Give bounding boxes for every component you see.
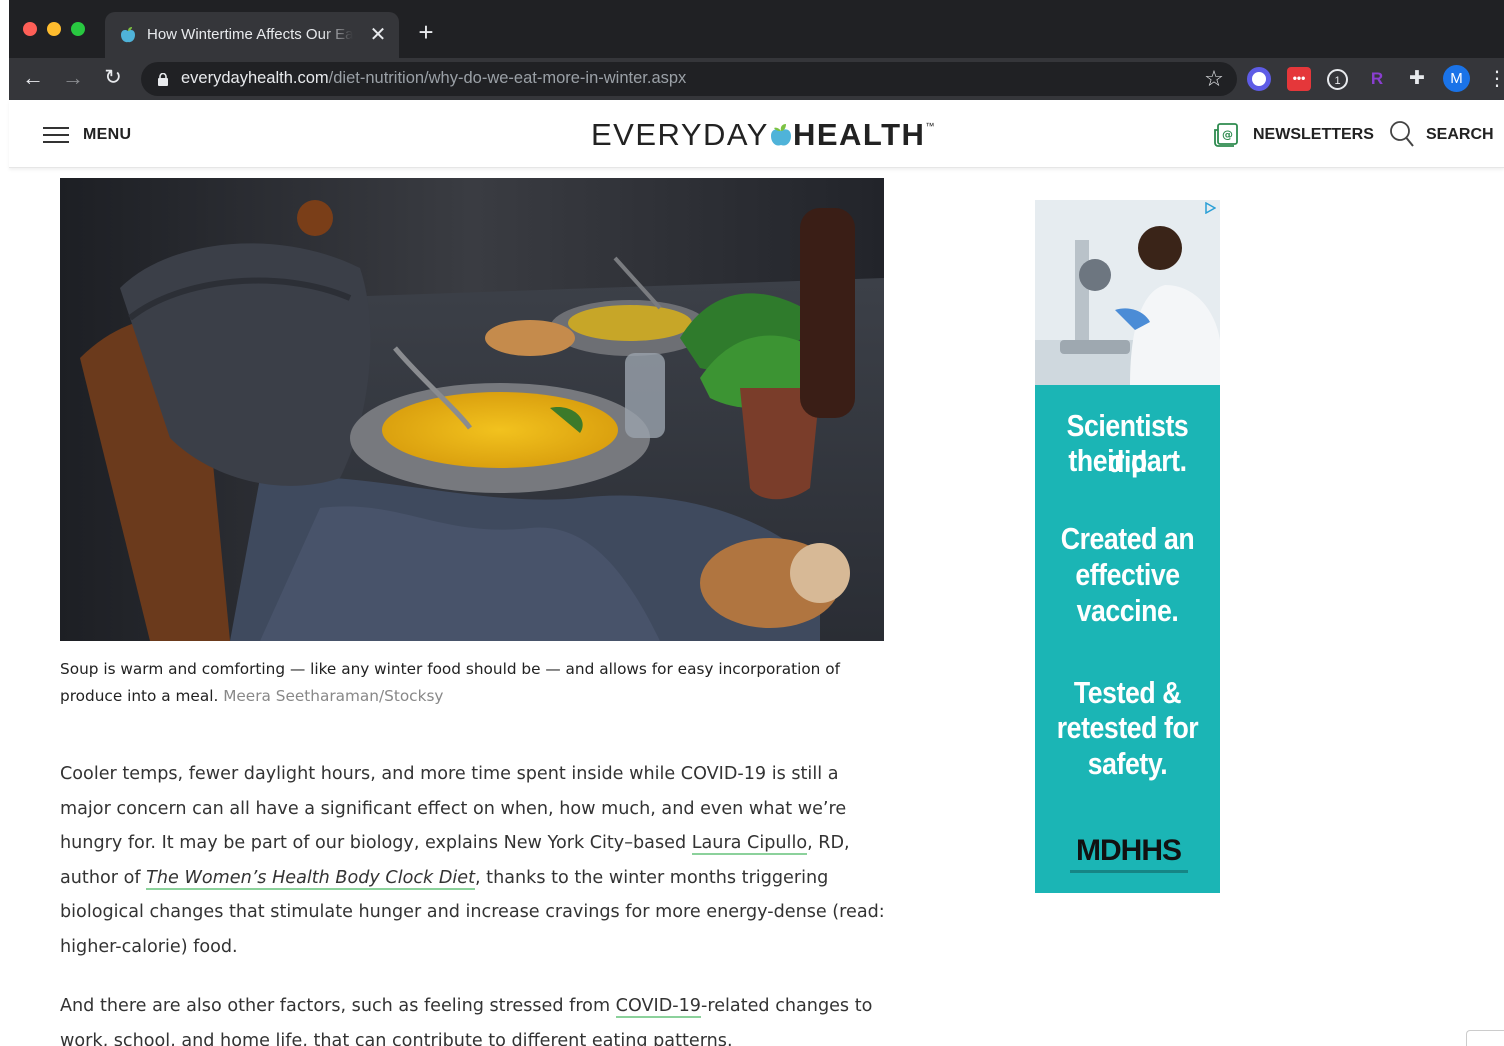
reload-icon[interactable]: ↻	[99, 64, 127, 92]
caption-text: Soup is warm and comforting — like any w…	[60, 660, 840, 705]
image-caption: Soup is warm and comforting — like any w…	[60, 656, 890, 710]
extension-r-icon[interactable]: R	[1365, 67, 1389, 91]
covid-link[interactable]: COVID-19	[615, 996, 702, 1018]
extension-1password-icon[interactable]: 1	[1327, 69, 1348, 90]
url-text: everydayhealth.com/diet-nutrition/why-do…	[181, 69, 686, 89]
address-bar[interactable]: everydayhealth.com/diet-nutrition/why-do…	[141, 62, 1237, 96]
site-header: MENU EVERYDAY HEALTH™ @ NEWSLETTERS SEAR…	[9, 100, 1504, 168]
search-icon	[1390, 121, 1414, 147]
soup-photo-illustration	[60, 178, 884, 641]
ad-line-6: Tested &	[1073, 675, 1182, 710]
svg-text:@: @	[1222, 128, 1233, 141]
newsletters-button[interactable]: @ NEWSLETTERS	[1213, 122, 1374, 148]
url-path: /diet-nutrition/why-do-we-eat-more-in-wi…	[328, 69, 687, 87]
article-paragraph-2: And there are also other factors, such a…	[60, 989, 890, 1046]
new-tab-button[interactable]: +	[413, 19, 439, 46]
mdhhs-logo-text: MDHHS	[1076, 834, 1182, 867]
extensions-puzzle-icon[interactable]: ✚	[1405, 67, 1429, 91]
tab-active[interactable]: How Wintertime Affects Our Eating Habits…	[105, 12, 399, 58]
ad-line-4: effective	[1075, 557, 1180, 592]
hero-image-soup	[60, 178, 884, 641]
ad-line-2: their part.	[1068, 443, 1187, 478]
search-button[interactable]: SEARCH	[1389, 120, 1495, 150]
logo-word-everyday: EVERYDAY	[591, 117, 769, 152]
book-link[interactable]: The Women’s Health Body Clock Diet	[146, 867, 475, 890]
close-window-button[interactable]	[23, 22, 37, 36]
tab-title: How Wintertime Affects Our Eating Habits	[147, 26, 353, 43]
ad-line-3: Created an	[1060, 521, 1195, 556]
minimize-window-button[interactable]	[47, 22, 61, 36]
search-label: SEARCH	[1426, 126, 1494, 143]
extension-lastpass-icon[interactable]: •••	[1287, 67, 1311, 91]
logo-word-health: HEALTH	[792, 117, 926, 152]
zoom-window-button[interactable]	[71, 22, 85, 36]
profile-avatar[interactable]: M	[1443, 65, 1470, 92]
back-arrow-icon[interactable]: ←	[19, 64, 47, 92]
browser-toolbar: ← → ↻ everydayhealth.com/diet-nutrition/…	[9, 58, 1504, 100]
browser-chrome: How Wintertime Affects Our Eating Habits…	[9, 0, 1504, 100]
ad-line-8: safety.	[1087, 746, 1168, 781]
menu-label: MENU	[83, 126, 132, 143]
lock-icon	[158, 73, 168, 86]
url-host: everydayhealth.com	[181, 69, 329, 87]
ad-photo-scientist	[1035, 200, 1220, 385]
article-paragraph-1: Cooler temps, fewer daylight hours, and …	[60, 757, 890, 964]
hamburger-icon	[43, 127, 69, 143]
newsletters-label: NEWSLETTERS	[1253, 126, 1374, 143]
apple-logo-icon	[770, 124, 791, 146]
mdhhs-logo-subline	[1070, 870, 1188, 873]
ad-choices-icon[interactable]	[1204, 202, 1216, 214]
vaccine-ad-banner[interactable]: Scientists did their part. Created an ef…	[1035, 200, 1220, 893]
extension-circle-icon[interactable]	[1247, 67, 1271, 91]
author-link-laura-cipullo[interactable]: Laura Cipullo	[691, 833, 808, 855]
ad-line-5: vaccine.	[1076, 593, 1179, 628]
ad-line-7: retested for	[1056, 710, 1199, 745]
bookmark-star-icon[interactable]: ☆	[1201, 66, 1227, 92]
p2-text-a: And there are also other factors, such a…	[60, 996, 616, 1016]
close-tab-icon[interactable]: ✕	[367, 24, 389, 46]
apple-favicon-icon	[121, 27, 135, 43]
newsletter-icon: @	[1214, 123, 1238, 147]
more-menu-icon[interactable]: ⋮	[1487, 66, 1504, 92]
corner-widget[interactable]	[1466, 1030, 1504, 1046]
logo-trademark: ™	[925, 121, 935, 131]
site-logo[interactable]: EVERYDAY HEALTH™	[591, 117, 941, 153]
photo-credit: Meera Seetharaman/Stocksy	[223, 687, 444, 705]
forward-arrow-icon[interactable]: →	[59, 64, 87, 92]
menu-button[interactable]: MENU	[43, 122, 143, 148]
tab-strip: How Wintertime Affects Our Eating Habits…	[9, 0, 1504, 58]
mdhhs-logo: MDHHS	[1068, 834, 1188, 878]
